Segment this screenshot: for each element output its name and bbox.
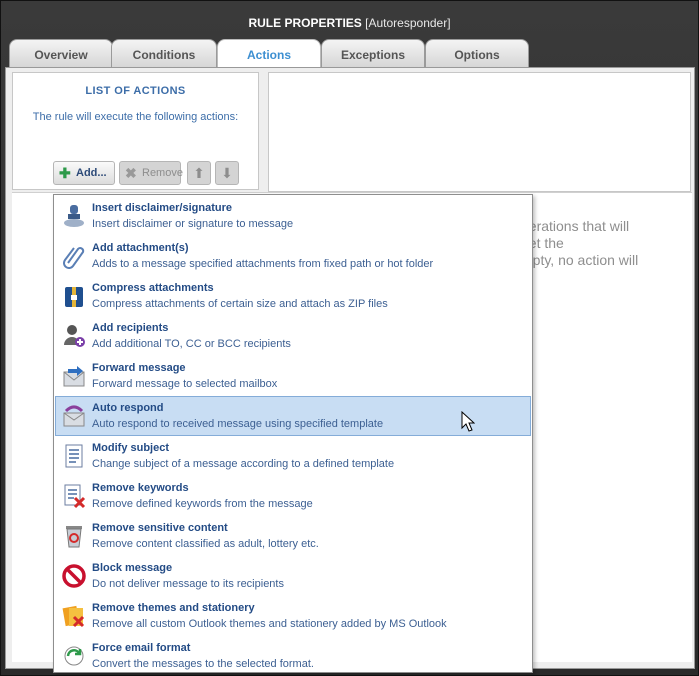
list-title: LIST OF ACTIONS — [85, 85, 186, 97]
window-title: RULE PROPERTIES — [248, 16, 362, 30]
recycle-bin-icon — [60, 522, 88, 550]
add-user-icon — [60, 322, 88, 350]
window-titlebar: RULE PROPERTIES [Autoresponder] — [1, 1, 698, 41]
window-subtitle: [Autoresponder] — [365, 16, 451, 30]
zip-archive-icon — [60, 282, 88, 310]
item-name: Force email format — [92, 642, 191, 654]
menu-item-force-email-format[interactable]: Force email format Convert the messages … — [55, 636, 531, 672]
item-name: Remove sensitive content — [92, 522, 228, 534]
item-name: Remove themes and stationery — [92, 602, 255, 614]
arrow-up-icon: ⬆ — [193, 165, 205, 181]
remove-keywords-icon — [60, 482, 88, 510]
item-description: Compress attachments of certain size and… — [92, 298, 388, 310]
actions-dropdown-menu: Insert disclaimer/signature Insert discl… — [53, 194, 533, 673]
forward-mail-icon — [60, 362, 88, 390]
item-description: Auto respond to received message using s… — [92, 418, 384, 430]
tab-overview[interactable]: Overview — [9, 39, 113, 67]
menu-item-modify-subject[interactable]: Modify subject Change subject of a messa… — [55, 436, 531, 476]
tab-conditions[interactable]: Conditions — [111, 39, 217, 67]
menu-item-add-recipients[interactable]: Add recipients Add additional TO, CC or … — [55, 316, 531, 356]
menu-item-forward-message[interactable]: Forward message Forward message to selec… — [55, 356, 531, 396]
menu-item-block-message[interactable]: Block message Do not deliver message to … — [55, 556, 531, 596]
list-of-actions-panel: LIST OF ACTIONS The rule will execute th… — [12, 72, 259, 190]
action-details-panel — [268, 72, 691, 192]
menu-item-auto-respond[interactable]: Auto respond Auto respond to received me… — [55, 396, 531, 436]
item-description: Do not deliver message to its recipients — [92, 578, 284, 590]
item-name: Add attachment(s) — [92, 242, 189, 254]
paperclip-icon — [60, 242, 88, 270]
menu-item-remove-themes[interactable]: Remove themes and stationery Remove all … — [55, 596, 531, 636]
item-description: Remove all custom Outlook themes and sta… — [92, 618, 447, 630]
stamp-icon — [60, 202, 88, 230]
item-name: Insert disclaimer/signature — [92, 202, 232, 214]
item-description: Remove content classified as adult, lott… — [92, 538, 319, 550]
block-icon — [60, 562, 88, 590]
item-name: Block message — [92, 562, 173, 574]
add-action-button[interactable]: ✚ Add... — [53, 161, 115, 185]
menu-item-compress-attachments[interactable]: Compress attachments Compress attachment… — [55, 276, 531, 316]
rule-properties-window: RULE PROPERTIES [Autoresponder] Overview… — [0, 0, 699, 676]
remove-action-label: Remove — [142, 167, 183, 179]
list-description: The rule will execute the following acti… — [32, 111, 239, 123]
item-name: Modify subject — [92, 442, 170, 454]
item-description: Remove defined keywords from the message — [92, 498, 313, 510]
tab-actions[interactable]: Actions — [217, 39, 321, 69]
auto-respond-icon — [60, 402, 88, 430]
move-down-button[interactable]: ⬇ — [215, 161, 239, 185]
tab-exceptions[interactable]: Exceptions — [321, 39, 425, 67]
mouse-cursor-icon — [461, 411, 475, 432]
remove-action-button[interactable]: ✖ Remove — [119, 161, 183, 185]
remove-themes-icon — [60, 602, 88, 630]
x-icon: ✖ — [125, 165, 137, 181]
menu-item-insert-disclaimer[interactable]: Insert disclaimer/signature Insert discl… — [55, 196, 531, 236]
item-name: Forward message — [92, 362, 186, 374]
item-name: Remove keywords — [92, 482, 189, 494]
plus-icon: ✚ — [59, 165, 71, 181]
tab-bar: Overview Conditions Actions Exceptions O… — [7, 39, 697, 69]
item-description: Forward message to selected mailbox — [92, 378, 278, 390]
menu-item-remove-keywords[interactable]: Remove keywords Remove defined keywords … — [55, 476, 531, 516]
item-description: Convert the messages to the selected for… — [92, 658, 314, 670]
item-description: Add additional TO, CC or BCC recipients — [92, 338, 291, 350]
document-icon — [60, 442, 88, 470]
add-action-label: Add... — [76, 167, 107, 179]
menu-item-add-attachments[interactable]: Add attachment(s) Adds to a message spec… — [55, 236, 531, 276]
item-name: Auto respond — [92, 402, 164, 414]
item-description: Change subject of a message according to… — [92, 458, 395, 470]
force-format-icon — [60, 642, 88, 670]
move-up-button[interactable]: ⬆ — [187, 161, 211, 185]
item-name: Compress attachments — [92, 282, 214, 294]
arrow-down-icon: ⬇ — [221, 165, 233, 181]
background-help-text: perations that will eet the mpty, no act… — [521, 218, 639, 268]
item-description: Insert disclaimer or signature to messag… — [92, 218, 294, 230]
item-description: Adds to a message specified attachments … — [92, 258, 434, 270]
tab-options[interactable]: Options — [425, 39, 529, 67]
item-name: Add recipients — [92, 322, 169, 334]
menu-item-remove-sensitive-content[interactable]: Remove sensitive content Remove content … — [55, 516, 531, 556]
